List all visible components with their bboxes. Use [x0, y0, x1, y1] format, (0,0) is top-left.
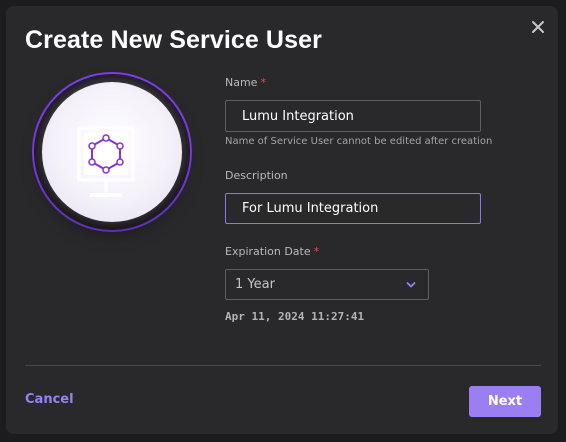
footer-divider [25, 365, 541, 366]
expiration-date: Apr 11, 2024 11:27:41 [225, 310, 365, 323]
name-label: Name * [225, 76, 266, 89]
monitor-network-icon [77, 126, 135, 197]
description-label-text: Description [225, 169, 288, 182]
description-label: Description [225, 169, 288, 182]
close-icon[interactable] [529, 18, 547, 36]
name-hint: Name of Service User cannot be edited af… [225, 136, 493, 147]
name-label-text: Name [225, 76, 258, 89]
required-mark: * [260, 76, 266, 89]
expiration-select[interactable]: 1 Year [225, 269, 429, 300]
expiration-label: Expiration Date * [225, 245, 319, 258]
expiration-label-text: Expiration Date [225, 245, 311, 258]
required-mark: * [313, 245, 320, 258]
chevron-down-icon [406, 282, 416, 288]
dialog-title: Create New Service User [25, 26, 322, 54]
service-user-illustration [32, 72, 192, 232]
illustration-disc [42, 82, 182, 222]
expiration-selected-value: 1 Year [235, 277, 275, 292]
name-input[interactable] [225, 100, 481, 132]
cancel-button[interactable]: Cancel [25, 392, 74, 407]
next-button[interactable]: Next [469, 386, 541, 417]
create-service-user-dialog: Create New Service User Name * Lumu Inte… [6, 6, 558, 434]
description-input[interactable] [225, 193, 481, 224]
